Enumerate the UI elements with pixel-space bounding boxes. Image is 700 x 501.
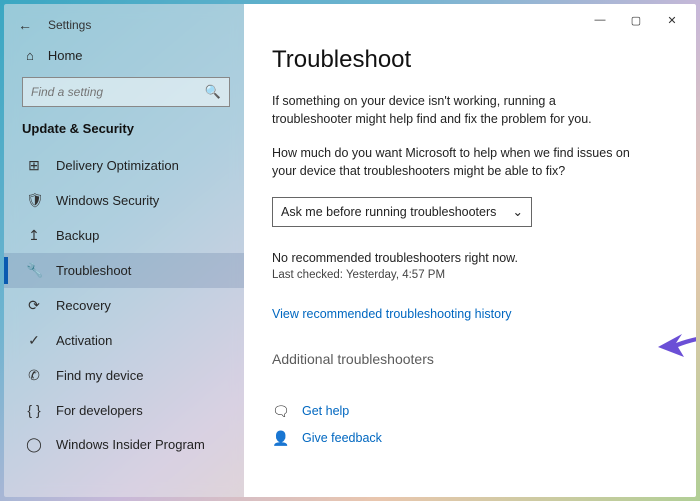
close-icon: ✕ [667,14,676,27]
help-links: 🗨 Get help 👤 Give feedback [272,403,668,447]
sidebar-nav: ⊞ Delivery Optimization 🛡 Windows Securi… [4,148,244,462]
content-pane: — ▢ ✕ Troubleshoot If something on your … [244,4,696,497]
sidebar-item-label: For developers [56,403,143,418]
close-button[interactable]: ✕ [654,8,690,32]
window-controls: — ▢ ✕ [582,8,690,32]
get-help-icon: 🗨 [272,403,288,420]
wrench-icon: 🔧 [26,262,42,279]
backup-icon: ↥ [26,227,42,244]
sidebar-item-windows-security[interactable]: 🛡 Windows Security [4,183,244,218]
troubleshoot-preference-dropdown[interactable]: Ask me before running troubleshooters ⌄ [272,197,532,227]
sidebar-item-label: Backup [56,228,99,243]
get-help-link[interactable]: Get help [302,404,349,418]
sidebar-item-label: Recovery [56,298,111,313]
sidebar-item-recovery[interactable]: ⟳ Recovery [4,288,244,323]
delivery-icon: ⊞ [26,157,42,174]
status-no-troubleshooters: No recommended troubleshooters right now… [272,251,668,265]
shield-icon: 🛡 [26,192,42,209]
activation-icon: ✓ [26,332,42,349]
maximize-button[interactable]: ▢ [618,8,654,32]
sidebar-item-insider-program[interactable]: ◯ Windows Insider Program [4,427,244,462]
chevron-down-icon: ⌄ [513,204,523,219]
additional-troubleshooters-heading[interactable]: Additional troubleshooters [272,351,668,367]
question-text: How much do you want Microsoft to help w… [272,144,632,180]
sidebar-home[interactable]: ⌂ Home [4,40,244,71]
history-link[interactable]: View recommended troubleshooting history [272,307,668,321]
search-icon: 🔍 [205,84,221,100]
arrow-left-icon: ← [18,17,32,33]
intro-text: If something on your device isn't workin… [272,92,632,128]
minimize-button[interactable]: — [582,8,618,32]
sidebar-item-find-my-device[interactable]: ✆ Find my device [4,358,244,393]
status-last-checked: Last checked: Yesterday, 4:57 PM [272,269,668,281]
home-icon: ⌂ [26,48,34,63]
sidebar-item-label: Windows Security [56,193,159,208]
sidebar-item-for-developers[interactable]: { } For developers [4,393,244,427]
get-help-row: 🗨 Get help [272,403,668,420]
find-device-icon: ✆ [26,367,42,384]
titlebar-left: ← Settings [4,10,244,40]
sidebar-item-troubleshoot[interactable]: 🔧 Troubleshoot [4,253,244,288]
maximize-icon: ▢ [631,14,641,27]
insider-icon: ◯ [26,436,42,453]
search-box[interactable]: 🔍 [22,77,230,107]
search-wrap: 🔍 [4,71,244,117]
page-title: Troubleshoot [272,46,668,74]
minimize-icon: — [595,14,606,26]
search-input[interactable] [31,85,205,99]
settings-window: ← Settings ⌂ Home 🔍 Update & Security ⊞ … [4,4,696,497]
back-button[interactable]: ← [12,12,38,38]
give-feedback-link[interactable]: Give feedback [302,431,382,445]
sidebar-item-backup[interactable]: ↥ Backup [4,218,244,253]
sidebar-item-label: Find my device [56,368,143,383]
sidebar-item-label: Delivery Optimization [56,158,179,173]
dropdown-value: Ask me before running troubleshooters [281,205,496,219]
developers-icon: { } [26,402,42,418]
feedback-icon: 👤 [272,430,288,447]
window-title: Settings [48,18,91,32]
sidebar-section-heading: Update & Security [4,117,244,148]
home-label: Home [48,48,83,63]
sidebar-item-label: Activation [56,333,112,348]
give-feedback-row: 👤 Give feedback [272,430,668,447]
sidebar-item-delivery-optimization[interactable]: ⊞ Delivery Optimization [4,148,244,183]
sidebar-item-label: Windows Insider Program [56,437,205,452]
recovery-icon: ⟳ [26,297,42,314]
sidebar: ← Settings ⌂ Home 🔍 Update & Security ⊞ … [4,4,244,497]
sidebar-item-label: Troubleshoot [56,263,131,278]
sidebar-item-activation[interactable]: ✓ Activation [4,323,244,358]
